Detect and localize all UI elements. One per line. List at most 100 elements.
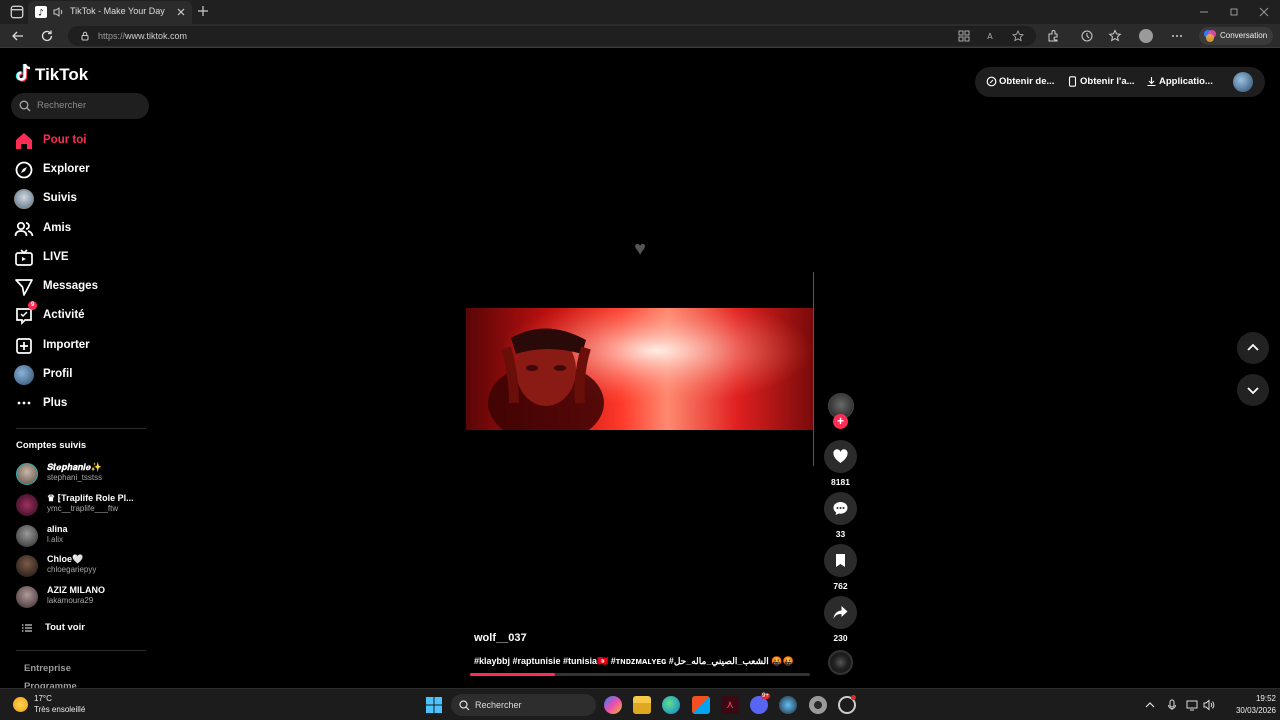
- avatar: [16, 555, 38, 577]
- close-window-icon[interactable]: [1258, 6, 1270, 18]
- sidebar-item-label: Plus: [43, 397, 68, 409]
- tiktok-logo-text[interactable]: TikTok: [35, 65, 88, 85]
- sidebar-item-importer[interactable]: Importer: [14, 335, 154, 357]
- followed-account-item[interactable]: AZIZ MILANO lakamoura29: [16, 584, 156, 610]
- url-text: https://www.tiktok.com: [98, 31, 187, 41]
- taskbar-date[interactable]: 30/03/2026: [1222, 706, 1276, 715]
- sidebar-item-amis[interactable]: Amis: [14, 218, 154, 240]
- next-video-button[interactable]: [1237, 374, 1269, 406]
- svg-text:A: A: [987, 32, 993, 41]
- followed-accounts-heading: Comptes suivis: [16, 440, 87, 451]
- edge-browser-icon[interactable]: [662, 696, 680, 714]
- previous-video-button[interactable]: [1237, 332, 1269, 364]
- video-author[interactable]: wolf__037: [474, 632, 527, 644]
- video-caption[interactable]: #klaybbj #raptunisie #tunisia🇹🇳 #ᴛɴᴅᴢᴍᴀʟ…: [474, 656, 804, 667]
- sidebar-item-suivis[interactable]: Suivis: [14, 188, 154, 210]
- close-tab-icon[interactable]: [176, 7, 186, 17]
- adobe-app-icon[interactable]: ⋏: [721, 696, 739, 714]
- footer-link-entreprise[interactable]: Entreprise: [24, 663, 71, 674]
- video-player[interactable]: [466, 308, 813, 430]
- sidebar-search-input[interactable]: Rechercher: [11, 93, 149, 119]
- file-explorer-icon[interactable]: [633, 696, 651, 714]
- refresh-icon[interactable]: [40, 29, 54, 43]
- settings-more-icon[interactable]: [1170, 29, 1184, 43]
- profile-avatar[interactable]: [1139, 29, 1153, 43]
- sidebar-item-pour-toi[interactable]: Pour toi: [14, 130, 154, 152]
- save-button[interactable]: [824, 544, 857, 577]
- see-all-button[interactable]: Tout voir: [22, 620, 142, 636]
- minimize-window-icon[interactable]: [1198, 6, 1210, 18]
- activity-count-badge: 9: [28, 301, 37, 310]
- followed-account-item[interactable]: Chloe🤍 chloegariepyy: [16, 553, 156, 579]
- sidebar-item-profil[interactable]: Profil: [14, 364, 154, 386]
- comment-button[interactable]: [824, 492, 857, 525]
- sidebar-item-activite[interactable]: 9 Activité: [14, 301, 154, 327]
- bookmark-icon: [836, 554, 845, 567]
- extensions-icon[interactable]: [1046, 29, 1060, 43]
- account-handle: l.alix: [47, 535, 64, 544]
- followed-account-item[interactable]: 𝑺𝒕𝒆𝒑𝒉𝒂𝒏𝒊𝒆✨ stephani_tsstss: [16, 461, 156, 487]
- microsoft-store-icon[interactable]: [692, 696, 710, 714]
- footer-link-programme[interactable]: Programme: [24, 681, 77, 688]
- chevron-up-icon: [1247, 343, 1259, 351]
- weather-sun-icon[interactable]: [13, 697, 28, 712]
- sidebar-item-label: LIVE: [43, 251, 69, 263]
- like-button[interactable]: [824, 440, 857, 473]
- microphone-icon[interactable]: [1166, 699, 1178, 711]
- sidebar-item-label: Pour toi: [43, 134, 87, 146]
- browser-tab-tiktok[interactable]: ♪ TikTok - Make Your Day: [28, 1, 192, 24]
- home-icon: [16, 133, 32, 149]
- new-tab-icon[interactable]: [197, 5, 209, 17]
- sidebar-item-messages[interactable]: Messages: [14, 276, 154, 298]
- account-handle: lakamoura29: [47, 596, 94, 605]
- volume-icon[interactable]: [1203, 699, 1215, 711]
- url-field[interactable]: https://www.tiktok.com A: [68, 26, 1036, 46]
- divider: [16, 428, 146, 429]
- chevron-up-tray-icon[interactable]: [1145, 700, 1155, 710]
- copilot-app-icon[interactable]: [604, 696, 622, 714]
- video-progress-bar[interactable]: [470, 673, 810, 676]
- copilot-icon: [1204, 30, 1216, 42]
- followed-account-item[interactable]: alina l.alix: [16, 523, 156, 549]
- like-count: 8181: [831, 477, 850, 487]
- browser-essentials-icon[interactable]: [1080, 29, 1094, 43]
- following-avatar-icon: [14, 189, 34, 209]
- account-name: AZIZ MILANO: [47, 585, 105, 595]
- taskbar-search-input[interactable]: Rechercher: [451, 694, 596, 716]
- weather-description[interactable]: Très ensoleillé: [34, 705, 85, 714]
- network-icon[interactable]: [1186, 699, 1198, 711]
- tab-audio-icon[interactable]: [52, 6, 64, 18]
- user-avatar[interactable]: [1233, 72, 1253, 92]
- browser-window-menu-icon[interactable]: [9, 4, 25, 20]
- followed-account-item[interactable]: ♛ ⁅Traplife Role Pl... ymc__traplife___f…: [16, 492, 156, 518]
- back-icon[interactable]: [11, 29, 25, 43]
- share-button[interactable]: [824, 596, 857, 629]
- tiktok-logo-icon[interactable]: [15, 63, 33, 83]
- restore-window-icon[interactable]: [1228, 6, 1240, 18]
- compass-icon: [15, 161, 33, 179]
- sidebar-item-live[interactable]: LIVE: [14, 247, 154, 269]
- steam-icon[interactable]: [779, 696, 797, 714]
- copilot-conversation-button[interactable]: Conversation: [1199, 27, 1273, 45]
- music-disc-icon[interactable]: [828, 650, 853, 675]
- sidebar-item-plus[interactable]: Plus: [14, 393, 154, 415]
- video-frame: [466, 308, 813, 430]
- favorite-star-icon[interactable]: [1012, 30, 1024, 42]
- app-available-icon[interactable]: [958, 30, 970, 42]
- account-name: Chloe🤍: [47, 554, 84, 564]
- notification-dot: [851, 695, 856, 700]
- account-handle: chloegariepyy: [47, 565, 97, 574]
- account-name: 𝑺𝒕𝒆𝒑𝒉𝒂𝒏𝒊𝒆✨: [47, 462, 103, 472]
- taskbar-time[interactable]: 19:52: [1232, 694, 1276, 703]
- favorites-icon[interactable]: [1108, 29, 1122, 43]
- weather-temperature[interactable]: 17°C: [34, 694, 52, 703]
- sidebar-item-explorer[interactable]: Explorer: [14, 159, 154, 181]
- windows-start-icon[interactable]: [426, 697, 442, 713]
- follow-plus-button[interactable]: +: [833, 414, 848, 429]
- divider: [16, 650, 146, 651]
- lock-icon[interactable]: [80, 31, 90, 41]
- comment-count: 33: [835, 529, 846, 539]
- windows-taskbar: 17°C Très ensoleillé Rechercher ⋏ 9+ 19:…: [0, 688, 1280, 720]
- translate-icon[interactable]: A: [984, 30, 996, 42]
- settings-gear-icon[interactable]: [809, 696, 827, 714]
